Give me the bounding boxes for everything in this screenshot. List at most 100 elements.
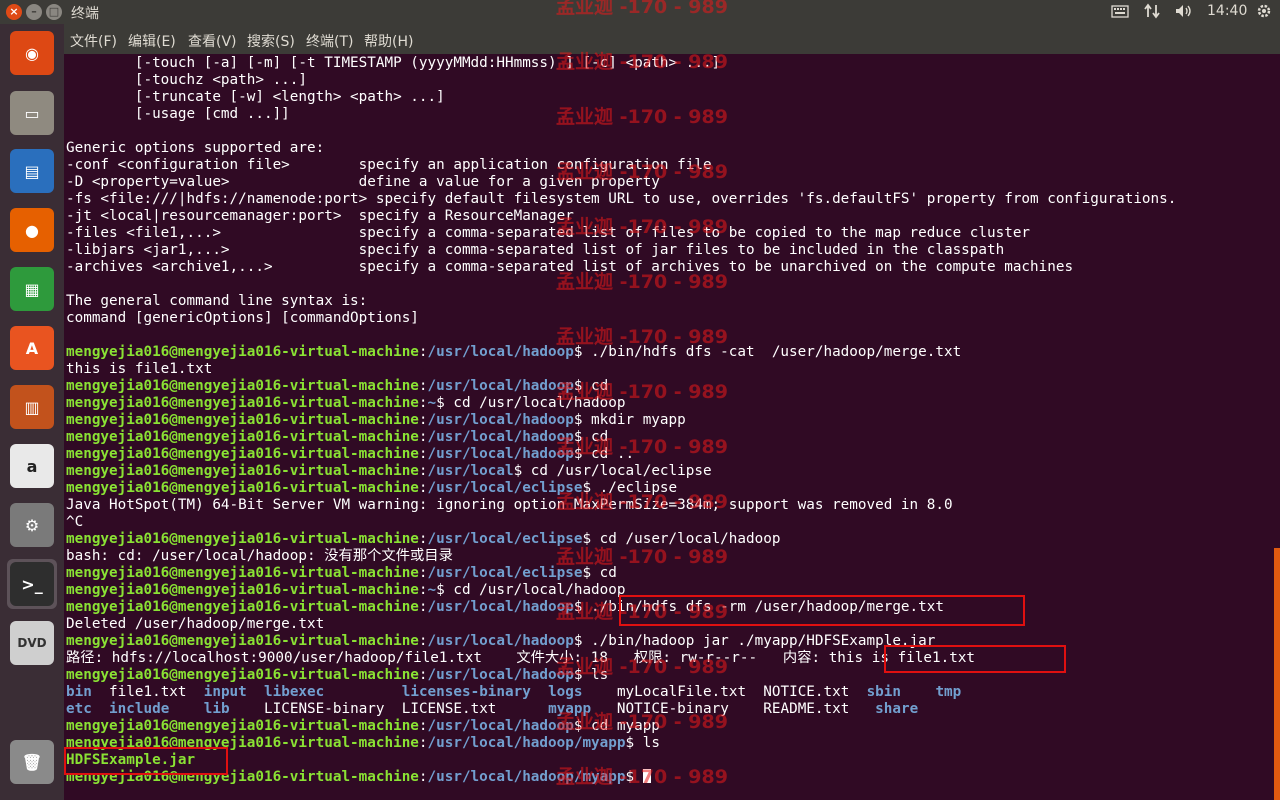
watermark: 孟业迦 -170 - 989 <box>556 326 728 348</box>
output-text: : <box>418 582 428 598</box>
prompt-user: mengyejia016@mengyejia016-virtual-machin… <box>66 480 419 496</box>
menu-search[interactable]: 搜索(S) <box>247 31 295 51</box>
menu-help[interactable]: 帮助(H) <box>364 31 413 51</box>
watermark: 孟业迦 -170 - 989 <box>556 711 728 733</box>
output-text: Generic options supported are: <box>66 140 325 156</box>
terminal-line: mengyejia016@mengyejia016-virtual-machin… <box>66 446 634 463</box>
prompt-path: /usr/local/hadoop <box>427 718 574 734</box>
ubuntu-logo-icon: ◉ <box>10 31 54 75</box>
prompt-user: mengyejia016@mengyejia016-virtual-machin… <box>66 582 419 598</box>
gear-icon[interactable] <box>1256 3 1272 23</box>
output-text: : <box>418 412 428 428</box>
terminal-line: Deleted /user/hadoop/merge.txt <box>66 616 324 633</box>
menu-file[interactable]: 文件(F) <box>70 31 117 51</box>
watermark: 孟业迦 -170 - 989 <box>556 656 728 678</box>
terminal-line: The general command line syntax is: <box>66 293 367 310</box>
output-text: -jt <local|resourcemanager:port> specify… <box>66 208 574 224</box>
output-text: : <box>418 480 428 496</box>
launcher-files[interactable]: ▭ <box>7 88 57 138</box>
terminal-line: mengyejia016@mengyejia016-virtual-machin… <box>66 463 712 480</box>
prompt-path: /usr/local/hadoop <box>427 599 574 615</box>
impress-icon: ▥ <box>10 385 54 429</box>
prompt-user: mengyejia016@mengyejia016-virtual-machin… <box>66 412 419 428</box>
launcher-terminal[interactable]: >_ <box>7 559 57 609</box>
launcher-ubuntu-logo[interactable]: ◉ <box>7 28 57 78</box>
terminal-line: etc include lib LICENSE-binary LICENSE.t… <box>66 701 918 718</box>
terminal-line: ^C <box>66 514 83 531</box>
terminal-line: mengyejia016@mengyejia016-virtual-machin… <box>66 565 617 582</box>
launcher-amazon[interactable]: a <box>7 441 57 491</box>
maximize-button[interactable]: □ <box>46 4 62 20</box>
output-text: -files <file1,...> specify a comma-separ… <box>66 225 1031 241</box>
dir-entry: licenses-binary <box>401 684 531 700</box>
terminal-line: Generic options supported are: <box>66 140 324 157</box>
launcher-writer[interactable]: ▤ <box>7 146 57 196</box>
terminal-line: mengyejia016@mengyejia016-virtual-machin… <box>66 667 608 684</box>
maximize-icon: □ <box>48 5 60 18</box>
prompt-user: mengyejia016@mengyejia016-virtual-machin… <box>66 599 419 615</box>
output-text: : <box>418 531 428 547</box>
launcher-trash[interactable]: 🗑 <box>7 737 57 787</box>
watermark: 孟业迦 -170 - 989 <box>556 601 728 623</box>
terminal-line: mengyejia016@mengyejia016-virtual-machin… <box>66 395 626 412</box>
output-text: : <box>418 769 428 785</box>
terminal-line: Java HotSpot(TM) 64-Bit Server VM warnin… <box>66 497 953 514</box>
terminal-scrollbar[interactable] <box>1272 54 1280 800</box>
close-button[interactable]: × <box>6 4 22 20</box>
network-icon[interactable] <box>1144 3 1160 23</box>
watermark: 孟业迦 -170 - 989 <box>556 106 728 128</box>
files-icon: ▭ <box>10 91 54 135</box>
watermark: 孟业迦 -170 - 989 <box>556 51 728 73</box>
watermark: 孟业迦 -170 - 989 <box>556 0 728 18</box>
keyboard-icon[interactable] <box>1111 3 1129 23</box>
writer-icon: ▤ <box>10 149 54 193</box>
menu-view[interactable]: 查看(V) <box>188 31 237 51</box>
prompt-path: /usr/local/hadoop <box>427 412 574 428</box>
prompt-user: mengyejia016@mengyejia016-virtual-machin… <box>66 667 419 683</box>
output-text: : <box>418 667 428 683</box>
amazon-icon: a <box>10 444 54 488</box>
output-text: : <box>418 599 428 615</box>
prompt-user: mengyejia016@mengyejia016-virtual-machin… <box>66 378 419 394</box>
terminal-line: [-usage [cmd ...]] <box>66 106 290 123</box>
dir-entry: tmp <box>935 684 962 700</box>
terminal-line: -files <file1,...> specify a comma-separ… <box>66 225 1030 242</box>
prompt-user: mengyejia016@mengyejia016-virtual-machin… <box>66 344 419 360</box>
terminal-line: this is file1.txt <box>66 361 212 378</box>
menu-terminal[interactable]: 终端(T) <box>306 31 353 51</box>
launcher-dvd[interactable]: DVD <box>7 618 57 668</box>
launcher-firefox[interactable]: ● <box>7 205 57 255</box>
output-text: $ cd /usr/local/eclipse <box>513 463 712 479</box>
output-text: Deleted /user/hadoop/merge.txt <box>66 616 325 632</box>
terminal-line: 路径: hdfs://localhost:9000/user/hadoop/fi… <box>66 650 975 667</box>
prompt-user: mengyejia016@mengyejia016-virtual-machin… <box>66 463 419 479</box>
clock[interactable]: 14:40 <box>1207 3 1247 19</box>
launcher-software-center[interactable]: A <box>7 323 57 373</box>
prompt-user: mengyejia016@mengyejia016-virtual-machin… <box>66 531 419 547</box>
watermark: 孟业迦 -170 - 989 <box>556 161 728 183</box>
output-text: bash: cd: /user/local/hadoop: 没有那个文件或目录 <box>66 548 453 564</box>
launcher-impress[interactable]: ▥ <box>7 382 57 432</box>
terminal-line: -libjars <jar1,...> specify a comma-sepa… <box>66 242 1004 259</box>
prompt-path: ~ <box>427 582 437 598</box>
launcher-settings[interactable]: ⚙ <box>7 500 57 550</box>
minimize-button[interactable]: – <box>26 4 42 20</box>
output-text: Java HotSpot(TM) 64-Bit Server VM warnin… <box>66 497 953 513</box>
calc-icon: ▦ <box>10 267 54 311</box>
volume-icon[interactable] <box>1174 3 1194 23</box>
highlight-file-content <box>884 645 1066 673</box>
terminal-line: mengyejia016@mengyejia016-virtual-machin… <box>66 344 961 361</box>
output-text: : <box>418 446 428 462</box>
menu-edit[interactable]: 编辑(E) <box>128 31 176 51</box>
output-text: command [genericOptions] [commandOptions… <box>66 310 419 326</box>
prompt-path: /usr/local/hadoop <box>427 344 574 360</box>
output-text: : <box>418 735 428 751</box>
output-text: [-usage [cmd ...]] <box>66 106 290 122</box>
output-text: : <box>418 344 428 360</box>
launcher-calc[interactable]: ▦ <box>7 264 57 314</box>
scrollbar-thumb[interactable] <box>1274 548 1280 800</box>
